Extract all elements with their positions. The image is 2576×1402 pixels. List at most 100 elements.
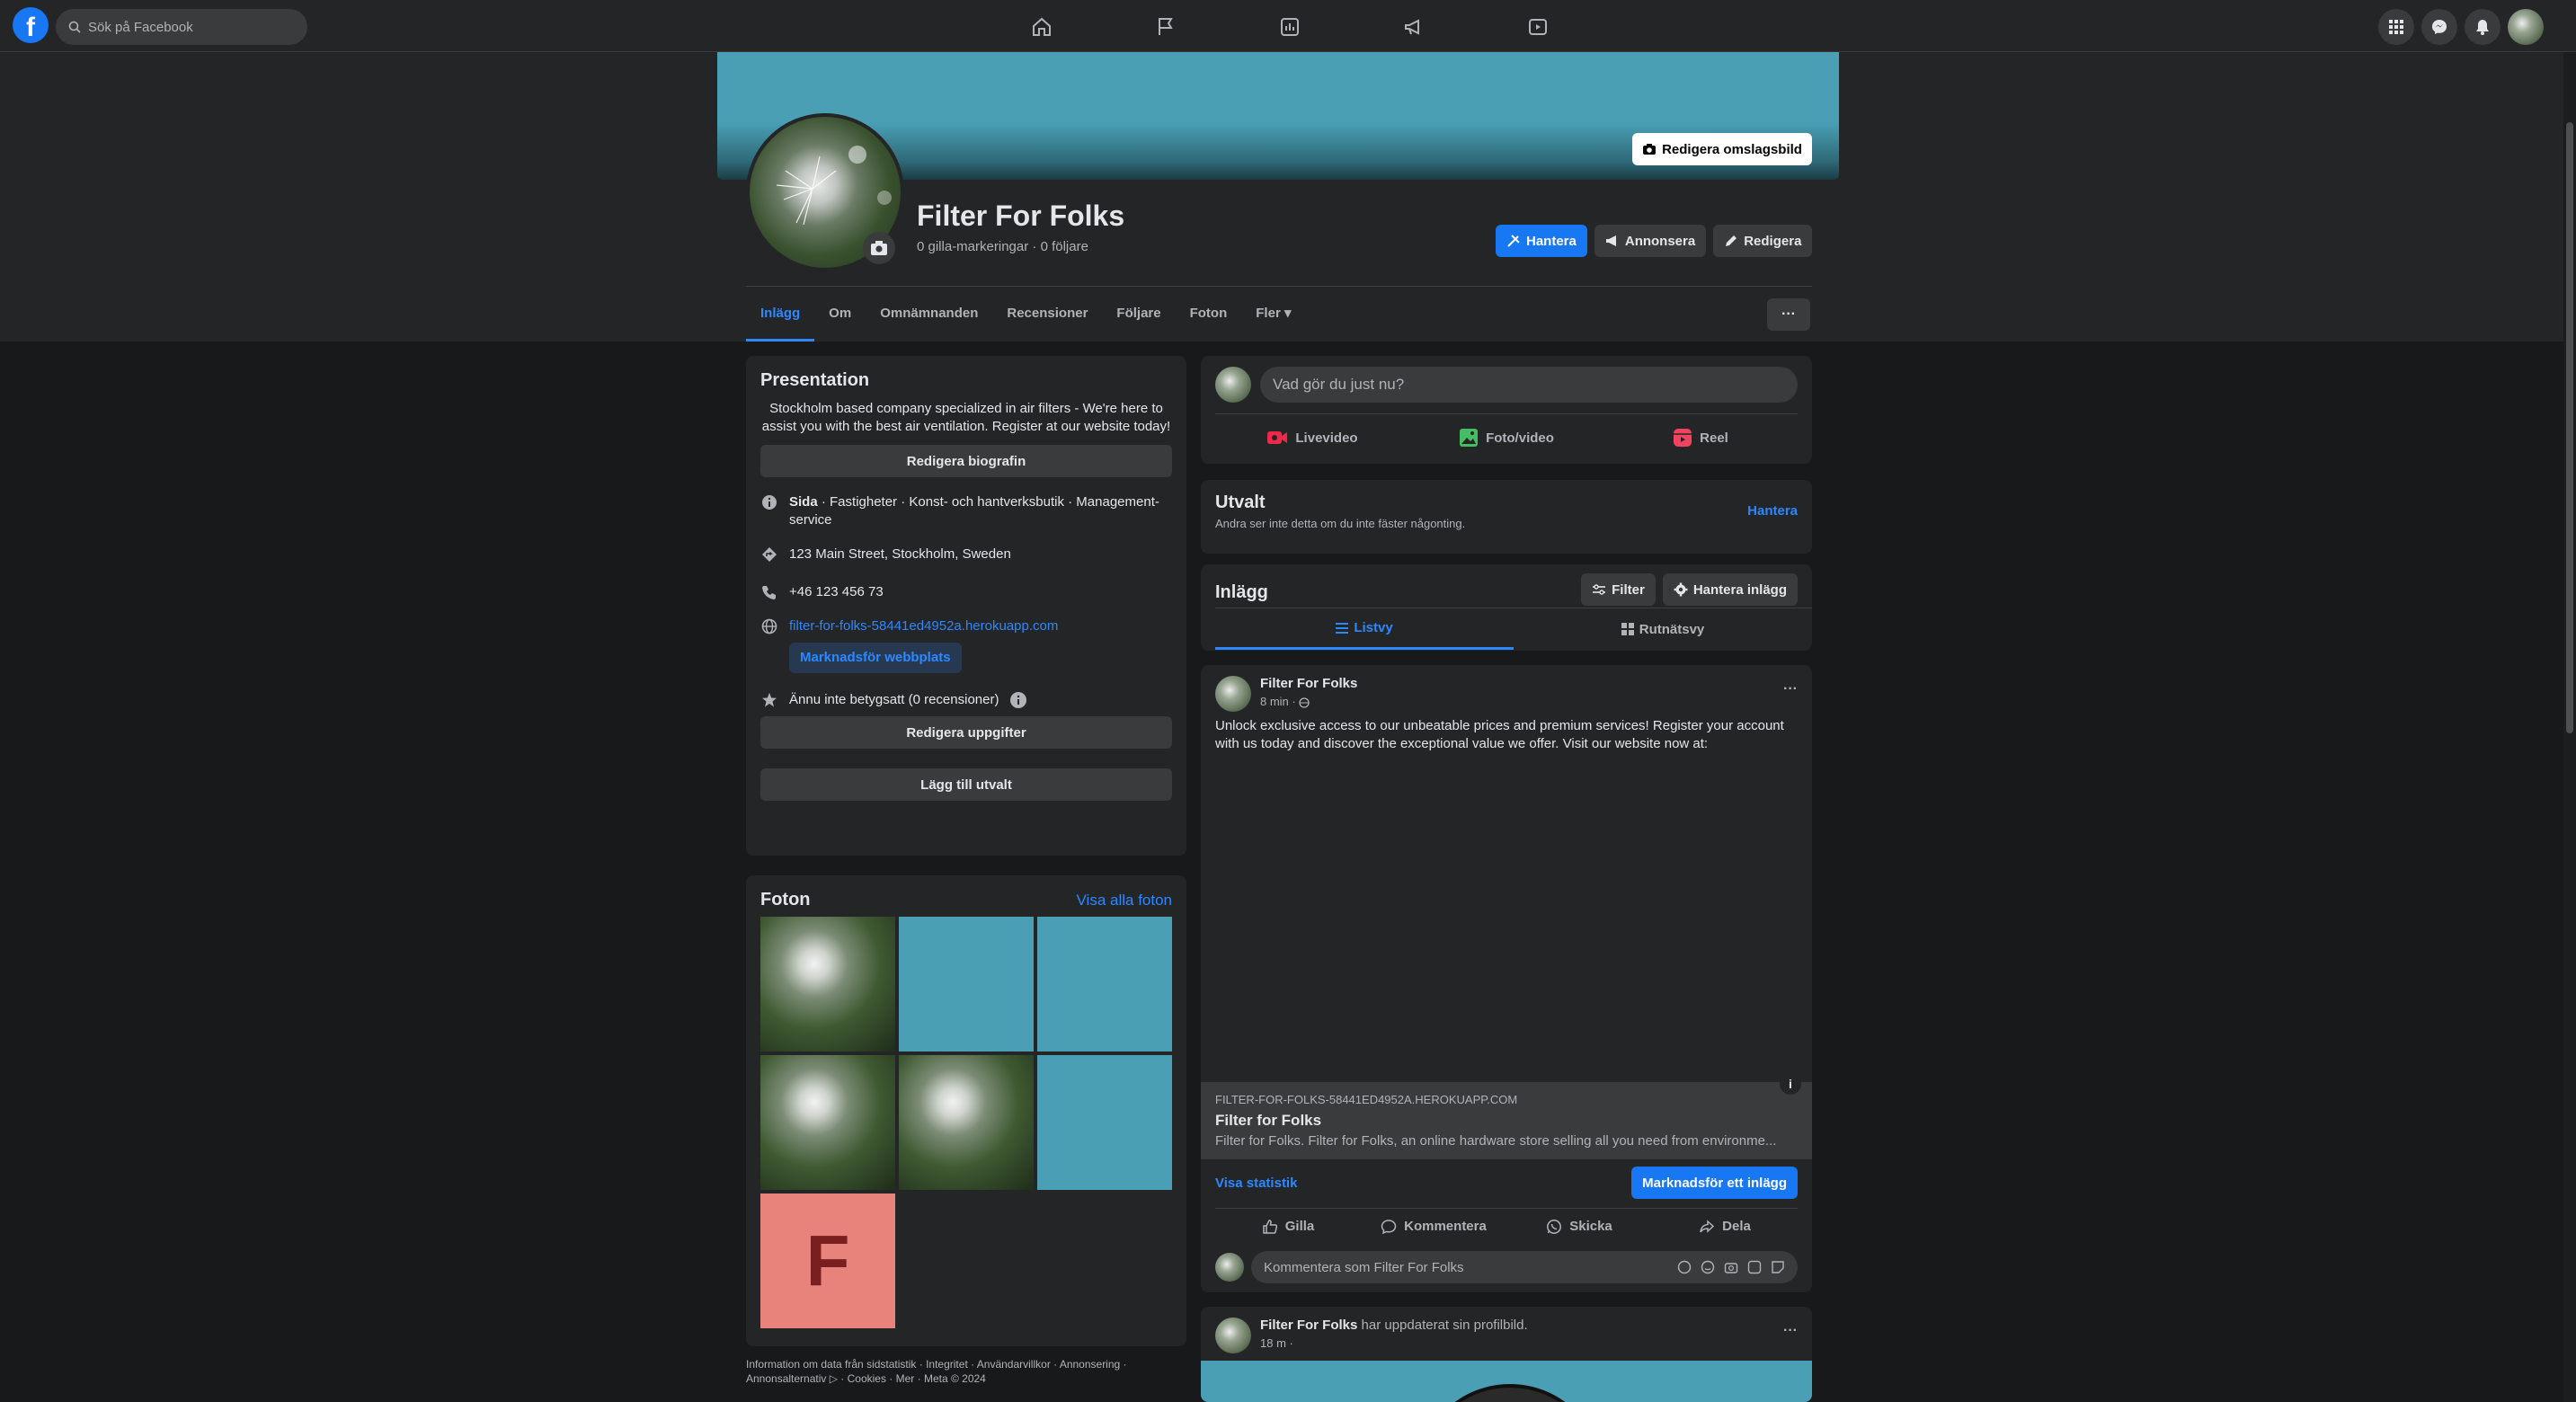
photo-thumbnail-letter[interactable]: F: [760, 1193, 895, 1328]
home-icon[interactable]: [980, 9, 1104, 45]
globe-icon: [1299, 697, 1310, 708]
post-image[interactable]: [1201, 1361, 1812, 1402]
page-stats: 0 gilla-markeringar · 0 följare: [917, 239, 1088, 254]
like-label: Gilla: [1284, 1219, 1315, 1234]
comment-button[interactable]: Kommentera: [1361, 1209, 1506, 1244]
post-options-button[interactable]: ···: [1783, 681, 1798, 697]
reel-button[interactable]: Reel: [1603, 420, 1798, 456]
manage-button[interactable]: Hantera: [1496, 225, 1587, 257]
tab-reviews[interactable]: Recensioner: [992, 293, 1102, 342]
camera-icon[interactable]: [1724, 1260, 1738, 1274]
grid-view-tab[interactable]: Rutnätsvy: [1514, 608, 1812, 650]
website-link[interactable]: filter-for-folks-58441ed4952a.herokuapp.…: [789, 618, 1058, 634]
photos-card: Foton Visa alla foton F: [746, 875, 1186, 1346]
live-video-button[interactable]: Livevideo: [1215, 420, 1409, 456]
post-author[interactable]: Filter For Folks: [1260, 1318, 1357, 1333]
list-view-tab[interactable]: Listvy: [1215, 608, 1514, 650]
tab-posts[interactable]: Inlägg: [746, 293, 815, 342]
photo-thumbnail[interactable]: [899, 917, 1034, 1052]
rating-info-icon[interactable]: [1009, 691, 1027, 709]
avatar[interactable]: [1215, 676, 1251, 712]
bell-icon[interactable]: [2465, 9, 2500, 45]
composer-input[interactable]: Vad gör du just nu?: [1260, 367, 1798, 403]
photo-thumbnail[interactable]: [1037, 917, 1172, 1052]
live-video-icon: [1266, 429, 1288, 447]
posts-header: Inlägg Filter Hantera inlägg Listvy Rutn: [1201, 564, 1812, 651]
post-author[interactable]: Filter For Folks: [1260, 676, 1357, 691]
share-button[interactable]: Dela: [1652, 1209, 1798, 1244]
megaphone-icon[interactable]: [1352, 9, 1476, 45]
photo-thumbnail[interactable]: [760, 1055, 895, 1190]
comment-input[interactable]: Kommentera som Filter For Folks: [1251, 1251, 1798, 1283]
filter-button[interactable]: Filter: [1581, 573, 1656, 606]
grid-view-label: Rutnätsvy: [1639, 621, 1705, 637]
post-options-button[interactable]: ···: [1783, 1323, 1798, 1339]
followers-count[interactable]: 0 följare: [1041, 239, 1088, 254]
scrollbar-thumb[interactable]: [2566, 122, 2573, 733]
avatar[interactable]: [1215, 1318, 1251, 1353]
insights-icon[interactable]: [1228, 9, 1352, 45]
likes-count[interactable]: 0 gilla-markeringar: [917, 239, 1028, 254]
like-button[interactable]: Gilla: [1215, 1209, 1361, 1244]
ad-info-icon[interactable]: i: [1780, 1073, 1801, 1095]
comment-placeholder: Kommentera som Filter For Folks: [1264, 1259, 1464, 1275]
share-label: Dela: [1722, 1219, 1751, 1234]
page-tabs: Inlägg Om Omnämnanden Recensioner Följar…: [746, 293, 1305, 342]
photos-title: Foton: [760, 890, 811, 910]
add-featured-button[interactable]: Lägg till utvalt: [760, 768, 1172, 801]
page-scrollbar[interactable]: [2563, 52, 2576, 1402]
edit-cover-button[interactable]: Redigera omslagsbild: [1632, 133, 1812, 165]
post-timestamp[interactable]: 8 min ·: [1260, 695, 1357, 708]
edit-page-button[interactable]: Redigera: [1713, 225, 1813, 257]
tab-more[interactable]: Fler ▾: [1241, 293, 1305, 342]
avatar[interactable]: [1215, 367, 1251, 403]
search-input[interactable]: Sök på Facebook: [56, 9, 307, 45]
flag-icon[interactable]: [1104, 9, 1228, 45]
address-text: 123 Main Street, Stockholm, Sweden: [789, 546, 1011, 562]
photo-video-button[interactable]: Foto/video: [1409, 420, 1603, 456]
edit-details-button[interactable]: Redigera uppgifter: [760, 716, 1172, 749]
photo-thumbnail[interactable]: [1037, 1055, 1172, 1190]
post-timestamp[interactable]: 18 m ·: [1260, 1336, 1528, 1350]
emoji-icon[interactable]: [1701, 1260, 1715, 1274]
avatar[interactable]: [1215, 1253, 1244, 1282]
account-avatar[interactable]: [2508, 9, 2544, 45]
tab-followers[interactable]: Följare: [1102, 293, 1175, 342]
page-footer: Information om data från sidstatistik · …: [746, 1358, 1127, 1385]
more-options-button[interactable]: ···: [1767, 298, 1810, 331]
link-preview-image[interactable]: [1201, 766, 1812, 1075]
video-icon[interactable]: [1476, 9, 1600, 45]
filter-label: Filter: [1612, 581, 1645, 598]
featured-manage-link[interactable]: Hantera: [1747, 503, 1798, 519]
advertise-button[interactable]: Annonsera: [1594, 225, 1707, 257]
edit-page-label: Redigera: [1744, 233, 1802, 249]
profile-camera-button[interactable]: [863, 232, 895, 264]
facebook-logo[interactable]: f: [13, 7, 49, 43]
link-preview[interactable]: FILTER-FOR-FOLKS-58441ED4952A.HEROKUAPP.…: [1201, 1082, 1812, 1159]
messenger-icon[interactable]: [2421, 9, 2457, 45]
comment-composer: Kommentera som Filter For Folks: [1215, 1251, 1798, 1283]
view-stats-link[interactable]: Visa statistik: [1215, 1176, 1297, 1191]
gif-icon[interactable]: [1747, 1260, 1762, 1274]
apps-grid-icon[interactable]: [2378, 9, 2414, 45]
edit-cover-label: Redigera omslagsbild: [1662, 141, 1802, 157]
sticker-icon[interactable]: [1771, 1260, 1785, 1274]
advertise-label: Annonsera: [1624, 233, 1696, 249]
tab-photos[interactable]: Foton: [1176, 293, 1242, 342]
promote-website-button[interactable]: Marknadsför webbplats: [789, 643, 962, 673]
photo-thumbnail[interactable]: [899, 1055, 1034, 1190]
composer-divider: [1215, 413, 1798, 414]
photo-thumbnail[interactable]: [760, 917, 895, 1052]
manage-posts-button[interactable]: Hantera inlägg: [1662, 573, 1798, 606]
address-row: 123 Main Street, Stockholm, Sweden: [760, 546, 1172, 563]
send-button[interactable]: Skicka: [1506, 1209, 1652, 1244]
link-domain: FILTER-FOR-FOLKS-58441ED4952A.HEROKUAPP.…: [1215, 1093, 1518, 1106]
edit-bio-button[interactable]: Redigera biografin: [760, 445, 1172, 477]
tab-about[interactable]: Om: [814, 293, 866, 342]
see-all-photos-link[interactable]: Visa alla foton: [1077, 892, 1172, 910]
account-controls: [2378, 9, 2544, 45]
promote-post-button[interactable]: Marknadsför ett inlägg: [1631, 1167, 1798, 1199]
page-title: Filter For Folks: [917, 200, 1125, 232]
tab-mentions[interactable]: Omnämnanden: [866, 293, 992, 342]
avatar-sticker-icon[interactable]: [1677, 1260, 1692, 1274]
